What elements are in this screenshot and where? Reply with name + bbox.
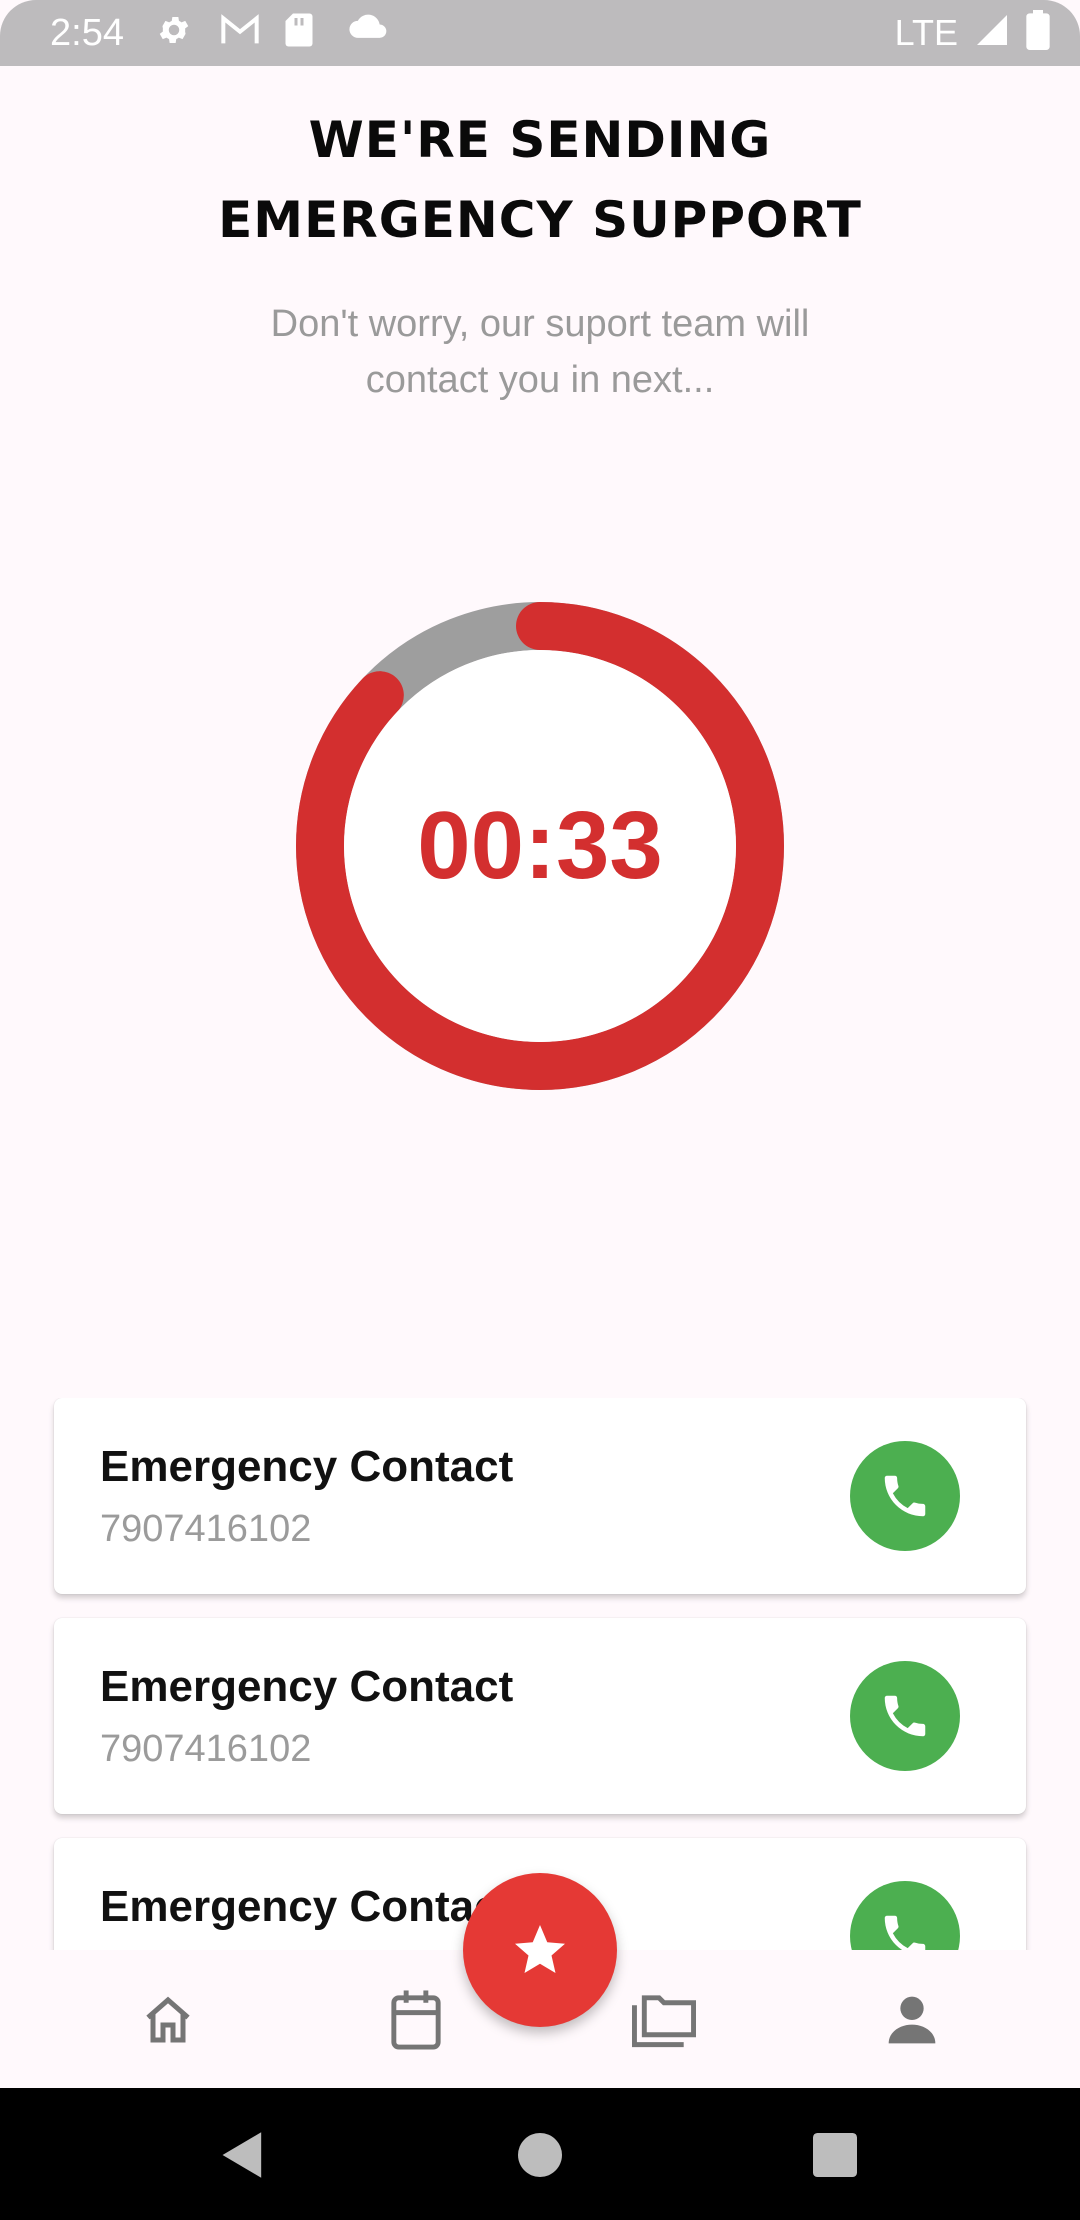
home-icon xyxy=(146,1996,190,2043)
sos-fab-button[interactable] xyxy=(463,1873,617,2027)
nav-home[interactable] xyxy=(136,1988,200,2052)
back-button[interactable] xyxy=(218,2130,268,2180)
signal-icon xyxy=(974,12,1010,53)
recents-icon xyxy=(813,2133,857,2177)
page-title: WE'RE SENDING EMERGENCY SUPPORT xyxy=(0,100,1080,260)
call-button[interactable] xyxy=(850,1441,960,1551)
contact-name: Emergency Contact xyxy=(100,1662,514,1711)
contact-card: Emergency Contact 7907416102 xyxy=(54,1398,1026,1594)
settings-icon xyxy=(156,12,192,48)
battery-icon xyxy=(1026,10,1050,55)
call-button[interactable] xyxy=(850,1661,960,1771)
network-type: LTE xyxy=(894,11,958,53)
cloud-icon xyxy=(348,12,387,48)
home-circle-icon xyxy=(518,2133,562,2177)
person-icon xyxy=(888,1996,936,2044)
nav-calendar[interactable] xyxy=(384,1988,448,2052)
countdown-timer: 00:33 xyxy=(296,602,784,1090)
folder-icon xyxy=(632,1995,696,2048)
sd-card-icon xyxy=(284,12,320,48)
phone-icon xyxy=(884,1915,926,1950)
contact-card: Emergency Contact 7907416102 xyxy=(54,1618,1026,1814)
contact-phone: 7907416102 xyxy=(100,1728,312,1770)
phone-icon xyxy=(884,1695,926,1737)
status-time: 2:54 xyxy=(50,12,124,54)
contact-phone: 7907416102 xyxy=(100,1508,312,1550)
phone-icon xyxy=(884,1475,926,1517)
title-line-1: WE'RE SENDING xyxy=(308,111,772,169)
recents-button[interactable] xyxy=(810,2130,860,2180)
title-line-2: EMERGENCY SUPPORT xyxy=(218,191,862,249)
nav-files[interactable] xyxy=(632,1988,696,2052)
star-icon xyxy=(515,1925,565,1973)
notification-icons xyxy=(156,12,387,48)
nav-profile[interactable] xyxy=(880,1988,944,2052)
calendar-icon xyxy=(391,1990,441,2050)
contact-list: Emergency Contact 7907416102 Emergency C… xyxy=(0,1398,1080,1950)
timer-value: 00:33 xyxy=(417,792,663,899)
system-nav-bar xyxy=(0,2088,1080,2220)
screen: 2:54 LTE WE'RE SENDING EMERGENCY SUPPORT… xyxy=(0,0,1080,2220)
subtitle: Don't worry, our suport team will contac… xyxy=(270,303,810,401)
contact-name: Emergency Contact xyxy=(100,1442,514,1491)
system-status: LTE xyxy=(895,10,1050,55)
gmail-icon xyxy=(220,12,259,48)
home-system-button[interactable] xyxy=(515,2130,565,2180)
back-icon xyxy=(222,2132,262,2178)
contact-name: Emergency Contact xyxy=(100,1882,514,1931)
call-button[interactable] xyxy=(850,1881,960,1950)
status-bar: 2:54 LTE xyxy=(0,0,1080,66)
